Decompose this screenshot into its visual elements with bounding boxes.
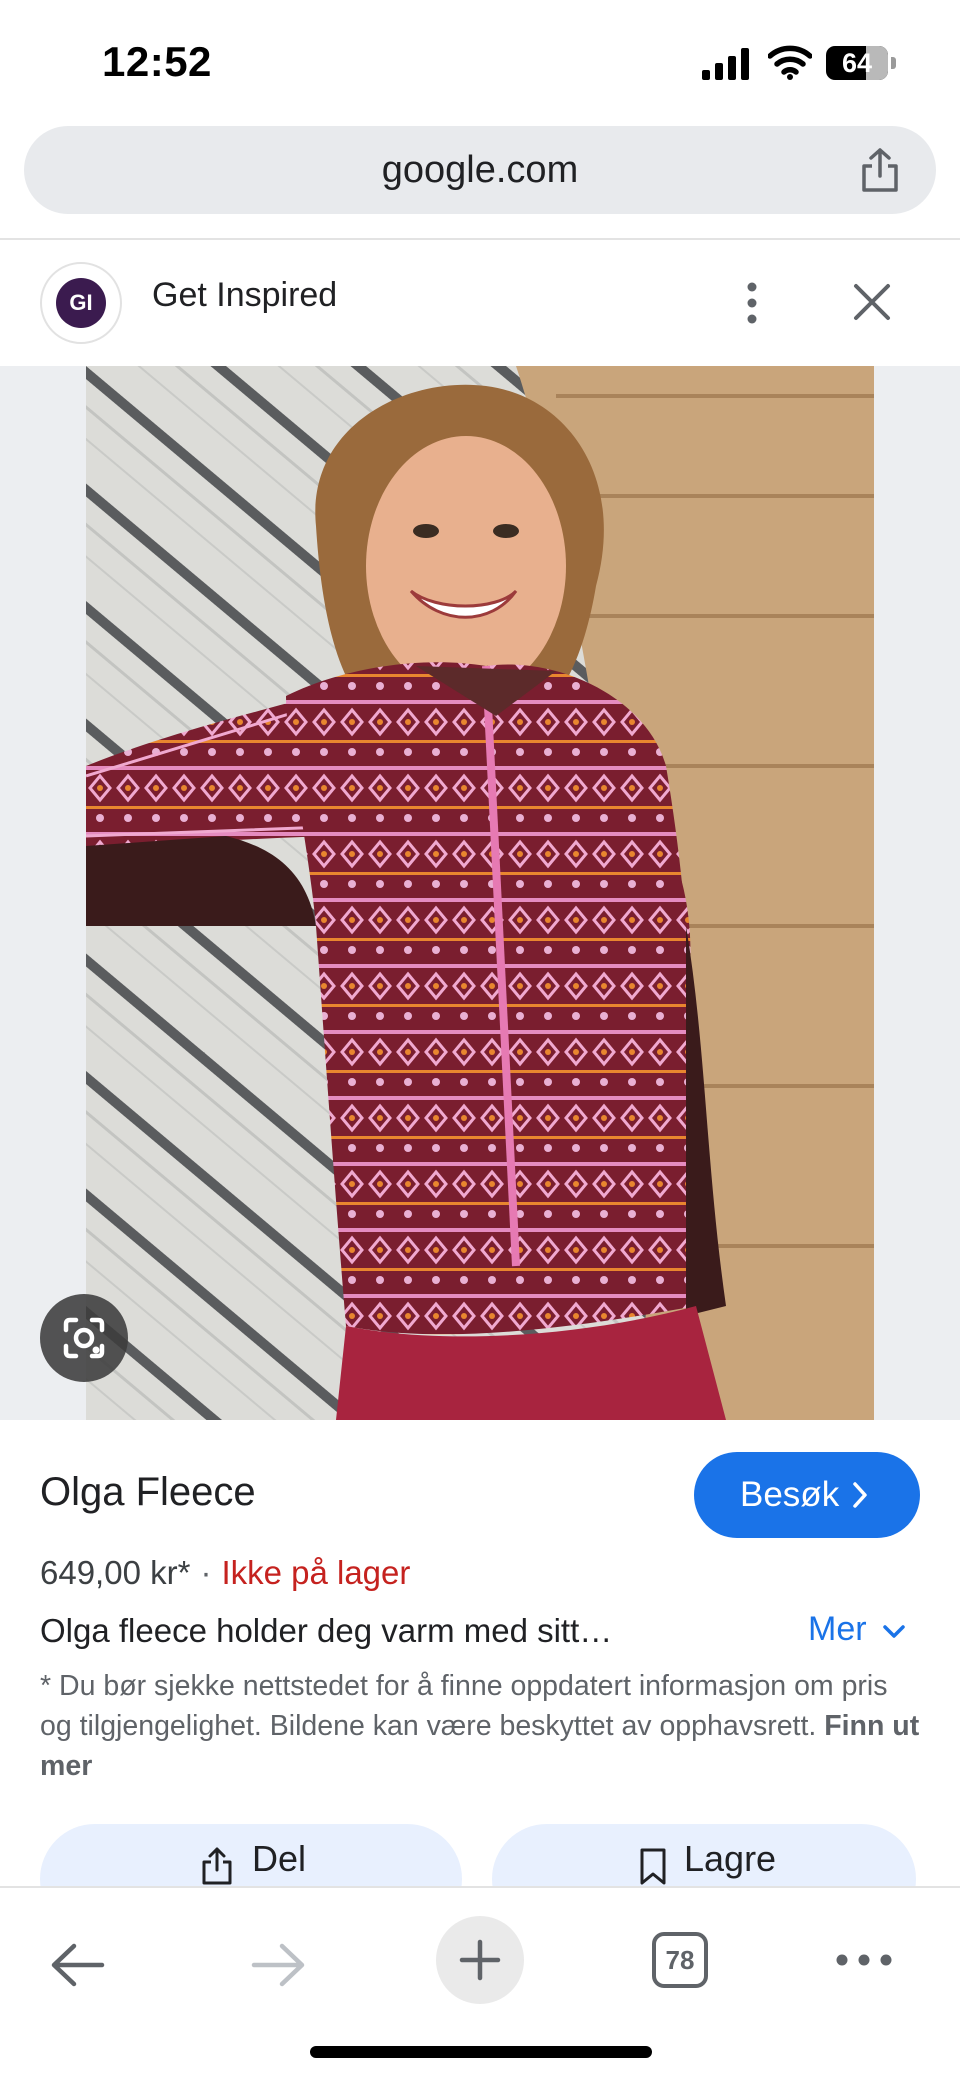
more-button-label: Mer	[808, 1610, 867, 1648]
separator-dot: ·	[200, 1554, 212, 1591]
tab-switcher-button[interactable]: 78	[652, 1932, 708, 1988]
battery-level: 64	[841, 48, 873, 78]
status-bar: 12:52 64	[0, 0, 960, 120]
plus-icon	[459, 1939, 501, 1981]
more-vert-icon[interactable]	[740, 278, 764, 328]
share-button-label: Del	[252, 1838, 307, 1879]
lens-button[interactable]	[40, 1294, 128, 1382]
source-avatar[interactable]: GI	[40, 262, 122, 344]
wifi-icon	[768, 45, 812, 80]
chevron-right-icon	[853, 1482, 867, 1508]
visit-button-label: Besøk	[740, 1475, 840, 1514]
disclaimer-text: * Du bør sjekke nettstedet for å finne o…	[40, 1670, 888, 1742]
chevron-down-icon	[883, 1625, 905, 1638]
status-time: 12:52	[102, 38, 212, 85]
home-indicator	[310, 2046, 652, 2058]
source-name[interactable]: Get Inspired	[152, 276, 337, 315]
source-logo: GI	[56, 278, 106, 328]
product-title: Olga Fleece	[40, 1470, 256, 1514]
source-header: GI Get Inspired	[0, 240, 960, 366]
url-text[interactable]: google.com	[24, 126, 936, 214]
forward-arrow-icon[interactable]	[248, 1938, 308, 1992]
bottom-toolbar: 78	[0, 1886, 960, 2078]
more-button[interactable]: Mer	[808, 1610, 905, 1654]
share-icon	[202, 1847, 232, 1885]
lens-icon	[63, 1317, 105, 1359]
battery-icon: 64	[826, 46, 896, 80]
back-arrow-icon[interactable]	[48, 1938, 108, 1992]
close-icon[interactable]	[850, 280, 894, 324]
more-horiz-icon[interactable]	[834, 1952, 894, 1968]
new-tab-button[interactable]	[436, 1916, 524, 2004]
disclaimer: * Du bør sjekke nettstedet for å finne o…	[40, 1666, 920, 1786]
address-bar[interactable]: google.com	[24, 126, 936, 214]
product-description: Olga fleece holder deg varm med sitt…	[40, 1612, 613, 1649]
save-button-label: Lagre	[684, 1838, 777, 1879]
price-row: 649,00 kr* · Ikke på lager	[40, 1554, 410, 1592]
image-viewer	[0, 366, 960, 1420]
visit-button[interactable]: Besøk	[694, 1452, 920, 1538]
signal-icon	[702, 48, 749, 80]
product-photo[interactable]	[86, 366, 874, 1420]
bookmark-icon	[640, 1848, 666, 1885]
stock-status: Ikke på lager	[221, 1554, 411, 1591]
share-icon[interactable]	[858, 146, 902, 194]
price: 649,00 kr*	[40, 1554, 191, 1591]
